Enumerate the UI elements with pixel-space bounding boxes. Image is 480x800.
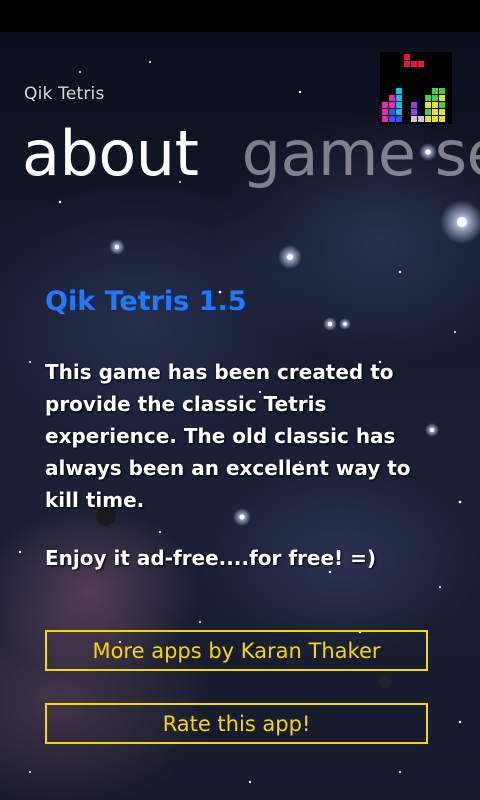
pivot-header: about game settings — [22, 118, 480, 190]
rate-app-button-label: Rate this app! — [162, 711, 311, 736]
tagline-text: Enjoy it ad-free....for free! =) — [45, 546, 377, 570]
pivot-item-game-settings[interactable]: game settings — [242, 117, 480, 190]
app-title: Qik Tetris — [24, 84, 105, 104]
description-text: This game has been created to provide th… — [45, 360, 411, 512]
rate-app-button[interactable]: Rate this app! — [45, 703, 428, 744]
pivot-item-about[interactable]: about — [22, 117, 199, 190]
screen: Qik Tetris about game settings — [0, 0, 480, 800]
status-bar — [0, 0, 480, 32]
more-apps-button-label: More apps by Karan Thaker — [92, 638, 381, 663]
more-apps-button[interactable]: More apps by Karan Thaker — [45, 630, 428, 671]
version-heading: Qik Tetris 1.5 — [45, 286, 247, 317]
tetris-logo-icon — [380, 52, 452, 124]
